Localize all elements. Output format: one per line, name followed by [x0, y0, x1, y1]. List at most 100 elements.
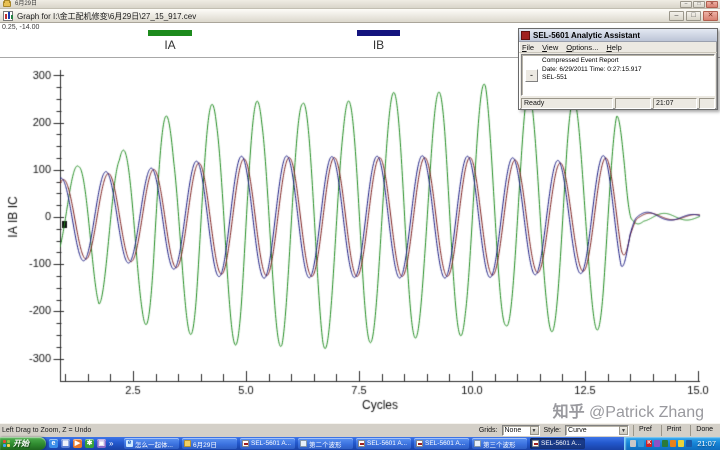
quick-launch-expand-icon[interactable]: » — [109, 438, 113, 449]
legend-ib-swatch — [357, 30, 400, 36]
minimize-icon[interactable]: – — [669, 11, 684, 21]
event-report-summary[interactable]: Compressed Event Report Date: 6/29/2011 … — [542, 57, 642, 83]
sel-5601-dialog[interactable]: SEL-5601 Analytic Assistant File View Op… — [518, 28, 718, 110]
dialog-statusbar: Ready 21:07 — [519, 97, 717, 110]
display-settings-tray-icon[interactable] — [630, 440, 636, 447]
watermark-brand: 知乎 — [553, 404, 585, 421]
taskbar-button-0[interactable]: e怎么一起体... — [124, 438, 179, 449]
dialog-titlebar[interactable]: SEL-5601 Analytic Assistant — [519, 29, 717, 42]
language-input-tray-icon[interactable] — [662, 440, 668, 447]
grids-label: Grids: — [479, 427, 498, 434]
graph-window-title: Graph for I:\金工配机修变\6月29日\27_15_917.cev — [17, 12, 196, 21]
graph-controls: Grids: None ▼ Style: Curve ▼ Pref Print … — [479, 425, 718, 436]
graph-control-row: Left Drag to Zoom, Z = Undo Grids: None … — [0, 423, 720, 437]
taskbar-button-6[interactable]: 第三个波形 — [472, 438, 527, 449]
menu-view[interactable]: View — [542, 43, 558, 52]
dialog-title: SEL-5601 Analytic Assistant — [533, 31, 640, 40]
taskbar-button-label: SEL-5601 A... — [541, 440, 581, 447]
background-window-titlebar[interactable]: 6月29日 – □ ✕ — [0, 0, 720, 9]
background-window-controls: – □ ✕ — [680, 1, 718, 8]
start-button-label: 开始 — [13, 438, 29, 449]
taskbar-button-label: 6月29日 — [193, 439, 217, 449]
folder-icon — [3, 1, 11, 7]
start-button[interactable]: 开始 — [0, 437, 46, 450]
taskbar-button-4[interactable]: SEL-5601 A... — [356, 438, 411, 449]
taskbar-button-label: SEL-5601 A... — [251, 440, 291, 447]
kaspersky-tray-icon[interactable]: K — [646, 440, 652, 447]
taskbar-button-label: SEL-5601 A... — [425, 440, 465, 447]
cursor-position-readout: 0.25, -14.00 — [2, 24, 39, 31]
watermark: 知乎 @Patrick Zhang — [553, 398, 704, 422]
legend-ia-swatch — [148, 30, 192, 36]
taskbar-button-label: 第二个波形 — [309, 439, 342, 449]
chevron-down-icon[interactable]: ▼ — [530, 426, 539, 435]
security-tray-icon[interactable] — [670, 440, 676, 447]
sel-icon — [358, 440, 365, 447]
sel-icon — [416, 440, 423, 447]
taskbar-button-7[interactable]: SEL-5601 A... — [530, 438, 585, 449]
status-time: 21:07 — [653, 98, 697, 109]
msn-messenger-icon[interactable]: ✱ — [85, 439, 94, 448]
folder-icon — [184, 440, 191, 447]
doc-icon — [474, 440, 481, 447]
menu-file[interactable]: File — [522, 43, 534, 52]
my-computer-icon[interactable]: ▣ — [97, 439, 106, 448]
quick-launch-bar: e▦▶✱▣» — [49, 438, 113, 449]
volume-tray-icon[interactable] — [638, 440, 644, 447]
doc-icon — [300, 440, 307, 447]
status-cell — [615, 98, 651, 109]
taskbar-button-1[interactable]: 6月29日 — [182, 438, 237, 449]
graph-window-controls: – □ ✕ — [669, 11, 718, 21]
close-icon[interactable]: ✕ — [706, 1, 718, 8]
grids-value: None — [503, 426, 530, 435]
screen: 6月29日 – □ ✕ Graph for I:\金工配机修变\6月29日\27… — [0, 0, 720, 450]
report-line: Date: 6/29/2011 Time: 0:27:15.917 — [542, 66, 642, 75]
taskbar-button-3[interactable]: 第二个波形 — [298, 438, 353, 449]
zoom-hint: Left Drag to Zoom, Z = Undo — [2, 427, 91, 434]
status-ready: Ready — [521, 98, 613, 109]
style-dropdown[interactable]: Curve ▼ — [565, 425, 629, 436]
sel-icon — [242, 440, 249, 447]
taskbar: 开始 e▦▶✱▣» e怎么一起体...6月29日SEL-5601 A...第二个… — [0, 437, 720, 450]
internet-explorer-icon[interactable]: e — [49, 439, 58, 448]
collapse-button[interactable]: - — [525, 69, 538, 82]
taskbar-clock: 21:07 — [697, 439, 716, 448]
done-button[interactable]: Done — [690, 425, 718, 436]
messenger-tray-icon[interactable] — [654, 440, 660, 447]
style-label: Style: — [544, 427, 562, 434]
taskbar-button-label: SEL-5601 A... — [367, 440, 407, 447]
legend-ib-label: IB — [357, 38, 400, 52]
grids-dropdown[interactable]: None ▼ — [502, 425, 540, 436]
windows-logo-icon — [3, 440, 11, 448]
sel-app-icon — [521, 31, 530, 40]
chevron-down-icon[interactable]: ▼ — [619, 426, 628, 435]
system-tray: K 21:07 — [624, 437, 720, 450]
taskbar-buttons: e怎么一起体... 6月29日 SEL-5601 A... 第二个波形 SEL-5601… — [124, 438, 585, 449]
graph-window-icon — [3, 11, 13, 21]
network-tray-icon[interactable] — [686, 440, 692, 447]
minimize-icon[interactable]: – — [680, 1, 692, 8]
status-cell — [699, 98, 715, 109]
taskbar-button-5[interactable]: SEL-5601 A... — [414, 438, 469, 449]
ie-icon: e — [126, 440, 133, 447]
updater-tray-icon[interactable] — [678, 440, 684, 447]
pref-button[interactable]: Pref — [633, 425, 657, 436]
taskbar-button-label: 怎么一起体... — [135, 439, 173, 449]
maximize-icon[interactable]: □ — [693, 1, 705, 8]
menu-options[interactable]: Options... — [566, 43, 598, 52]
maximize-icon[interactable]: □ — [686, 11, 701, 21]
legend-ia-label: IA — [148, 38, 192, 52]
menu-help[interactable]: Help — [606, 43, 621, 52]
windows-media-player-icon[interactable]: ▶ — [73, 439, 82, 448]
watermark-user: @Patrick Zhang — [589, 404, 704, 421]
dialog-report-panel: - Compressed Event Report Date: 6/29/201… — [521, 54, 715, 96]
graph-window-titlebar[interactable]: Graph for I:\金工配机修变\6月29日\27_15_917.cev … — [0, 9, 720, 23]
style-value: Curve — [566, 426, 619, 435]
report-line: SEL-551 — [542, 74, 642, 83]
report-line: Compressed Event Report — [542, 57, 642, 66]
show-desktop-icon[interactable]: ▦ — [61, 439, 70, 448]
print-button[interactable]: Print — [661, 425, 686, 436]
close-icon[interactable]: ✕ — [703, 11, 718, 21]
taskbar-button-2[interactable]: SEL-5601 A... — [240, 438, 295, 449]
taskbar-button-label: 第三个波形 — [483, 439, 516, 449]
